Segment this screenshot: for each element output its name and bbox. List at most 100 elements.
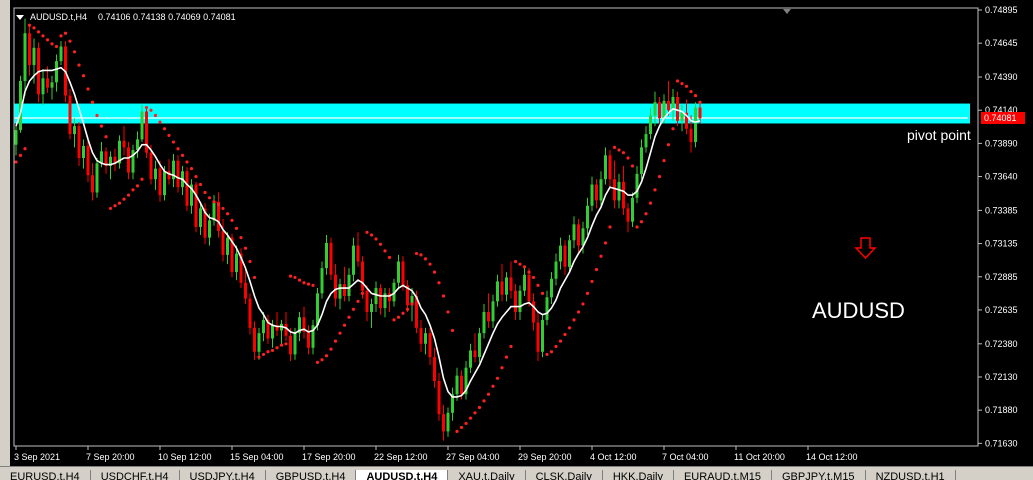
candle-body — [28, 33, 31, 66]
sar-point — [320, 358, 324, 362]
sar-point — [176, 147, 180, 151]
sar-point — [338, 331, 342, 335]
sar-point — [671, 127, 675, 131]
sar-point — [162, 127, 167, 131]
y-tick-label: 0.73640 — [985, 172, 1018, 182]
sar-point — [356, 299, 360, 303]
sar-point — [297, 278, 302, 282]
price-chart[interactable]: 0.748950.746450.743900.741400.738900.736… — [10, 0, 1033, 466]
candle-body — [676, 96, 679, 121]
candle-body — [433, 357, 436, 381]
candle-body — [482, 311, 486, 334]
sar-point — [365, 230, 369, 234]
sar-point — [626, 156, 630, 160]
sar-point — [68, 39, 72, 43]
candle-body — [325, 242, 328, 269]
candle-body — [379, 288, 382, 308]
candle-body — [653, 102, 657, 116]
sar-point — [468, 416, 473, 420]
candle-body — [631, 197, 634, 222]
sar-point — [392, 318, 396, 322]
chart-ohlc: 0.74106 0.74138 0.74069 0.74081 — [98, 12, 236, 22]
candle-body — [50, 82, 54, 88]
sar-point — [698, 100, 702, 104]
candle-body — [140, 111, 144, 140]
sar-point — [122, 197, 126, 201]
candle-body — [293, 333, 297, 355]
candle-body — [428, 333, 432, 358]
sar-point — [293, 275, 297, 280]
sar-point — [189, 167, 194, 171]
sar-point — [563, 332, 567, 337]
candle-body — [82, 146, 85, 158]
sar-point — [324, 354, 329, 358]
sar-point — [239, 236, 243, 240]
sar-point — [284, 342, 288, 346]
sar-point — [383, 249, 387, 253]
sar-point — [50, 42, 54, 46]
candle-body — [622, 181, 625, 209]
sar-point — [437, 281, 441, 285]
sar-point — [171, 140, 176, 144]
sar-point — [333, 339, 338, 343]
candle-body — [658, 102, 661, 119]
candle-body — [509, 277, 513, 291]
sar-point — [113, 204, 117, 208]
sar-point — [342, 323, 347, 327]
candle-body — [401, 261, 405, 286]
candle-body — [248, 298, 252, 328]
sar-point — [653, 188, 657, 192]
sar-point — [203, 190, 207, 195]
sar-point — [527, 270, 531, 274]
sar-point — [504, 355, 509, 359]
sar-point — [387, 255, 392, 260]
sar-point — [617, 148, 621, 152]
candle-body — [217, 201, 220, 231]
candle-body — [149, 152, 153, 180]
sar-point — [302, 281, 306, 285]
candle-body — [487, 311, 490, 322]
candle-body — [95, 163, 99, 193]
sar-point — [680, 82, 684, 86]
candle-body — [212, 201, 216, 221]
sar-point — [635, 225, 639, 229]
sar-point — [509, 344, 513, 349]
candle-body — [91, 175, 94, 193]
candle-body — [100, 151, 103, 164]
candle-body — [608, 155, 612, 180]
sar-point — [576, 310, 581, 314]
sar-point — [270, 348, 275, 353]
candle-body — [523, 274, 526, 291]
sar-point — [212, 200, 216, 204]
sar-point — [401, 311, 405, 315]
sar-point — [419, 253, 423, 257]
candle-body — [370, 303, 373, 312]
sar-point — [455, 429, 459, 433]
sar-point — [648, 201, 653, 205]
y-tick-label: 0.73385 — [985, 205, 1018, 215]
sar-point — [459, 425, 464, 430]
candle-body — [374, 288, 378, 304]
x-tick-label: 29 Sep 20:00 — [518, 452, 572, 462]
sar-point — [149, 108, 153, 112]
candle-body — [491, 301, 495, 322]
candle-body — [460, 375, 463, 395]
sar-point — [131, 188, 135, 192]
sar-point — [491, 384, 495, 388]
candle-body — [635, 173, 639, 198]
candle-body — [518, 290, 522, 312]
candle-body — [455, 375, 459, 395]
candle-body — [442, 414, 445, 432]
sar-point — [486, 392, 491, 396]
sar-point — [81, 74, 86, 78]
y-tick-label: 0.71630 — [985, 438, 1018, 448]
chart-background — [10, 0, 1033, 466]
candle-body — [568, 240, 571, 267]
sar-point — [689, 90, 693, 94]
candle-body — [694, 107, 697, 143]
candle-body — [194, 184, 198, 227]
x-tick-label: 10 Sep 12:00 — [158, 452, 212, 462]
sar-point — [153, 113, 158, 118]
candle-body — [397, 261, 400, 283]
sar-point — [414, 251, 419, 256]
